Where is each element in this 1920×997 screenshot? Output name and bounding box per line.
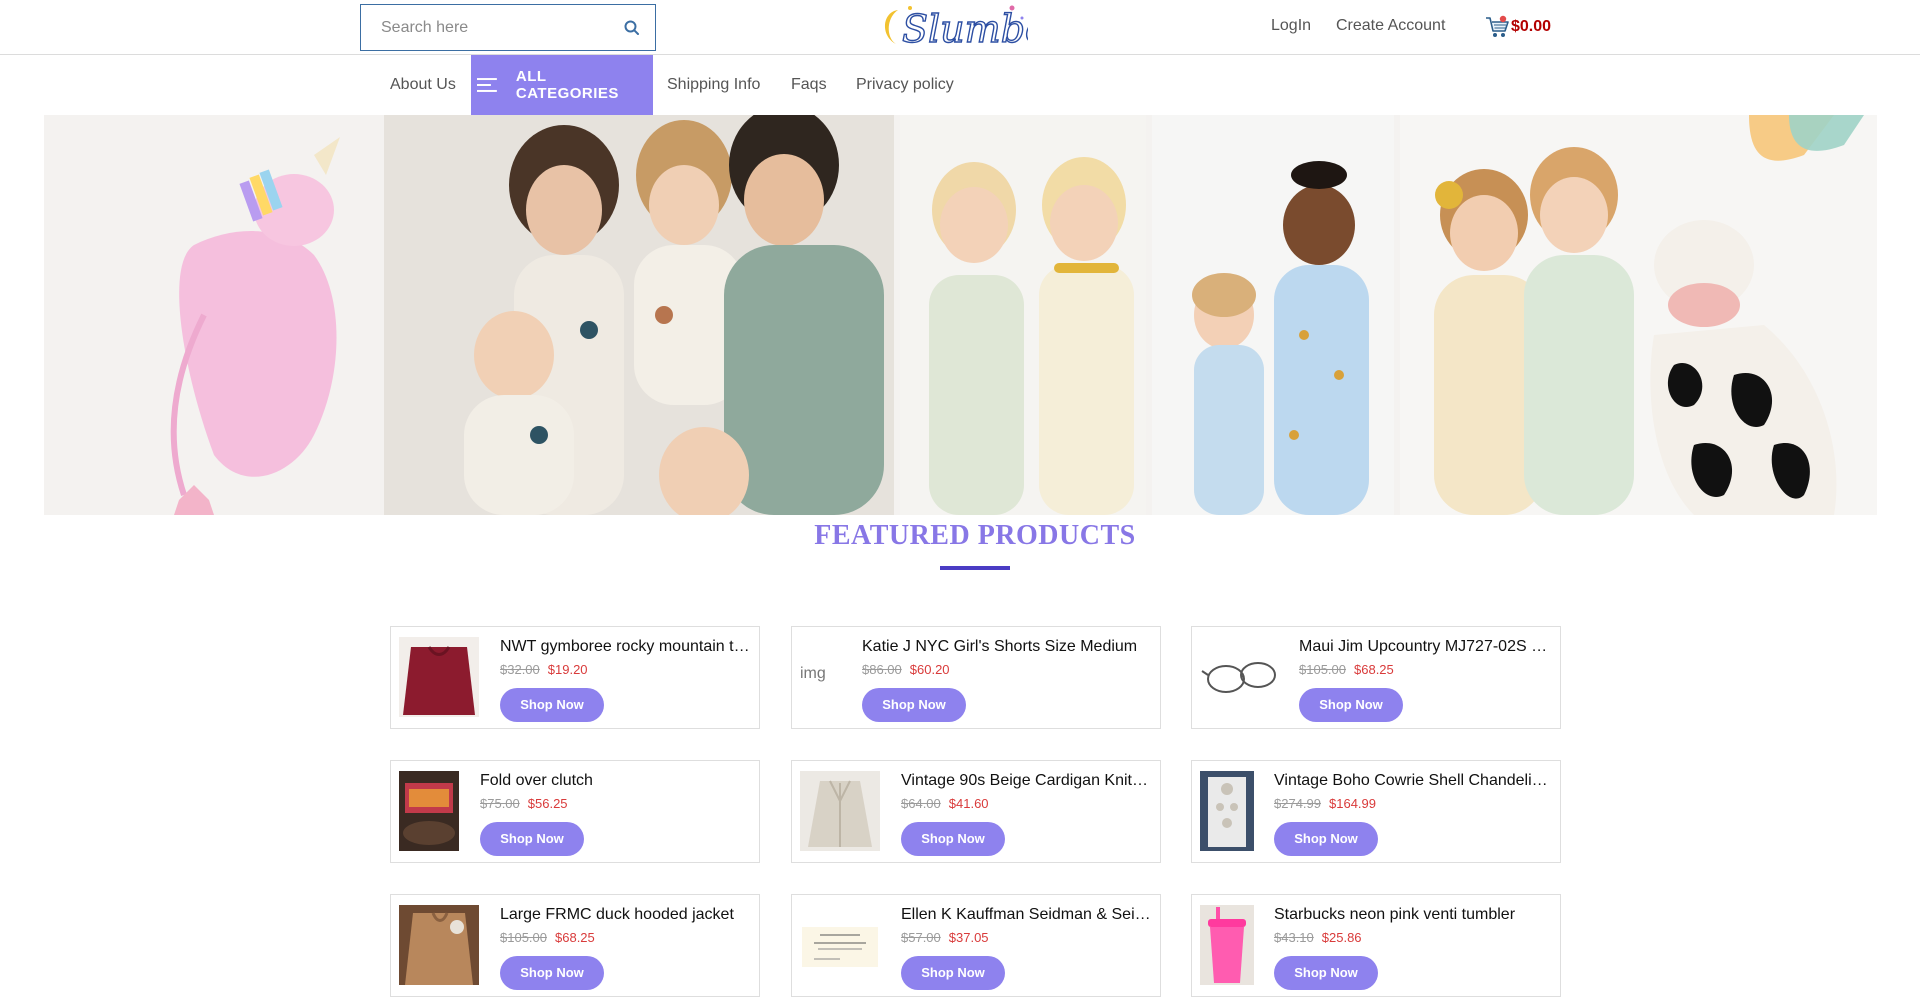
product-image[interactable] — [1200, 637, 1280, 717]
slumber-logo[interactable]: Slumber — [872, 0, 1028, 54]
shop-now-button[interactable]: Shop Now — [901, 822, 1005, 856]
old-price: $64.00 — [901, 796, 941, 811]
shop-now-button[interactable]: Shop Now — [1299, 688, 1403, 722]
product-card[interactable]: Vintage 90s Beige Cardigan Knit… $64.00 $… — [791, 760, 1161, 863]
nav-about-us[interactable]: About Us — [390, 76, 456, 94]
product-card[interactable]: Ellen K Kauffman Seidman & Sei… $57.00 $3… — [791, 894, 1161, 997]
sale-price: $25.86 — [1321, 930, 1362, 945]
sale-price: $41.60 — [948, 796, 989, 811]
product-info: Vintage Boho Cowrie Shell Chandeli… $274… — [1274, 771, 1552, 856]
product-info: Maui Jim Upcountry MJ727-02S … $105.00 $6… — [1299, 637, 1552, 722]
product-card[interactable]: Vintage Boho Cowrie Shell Chandeli… $274… — [1191, 760, 1561, 863]
old-price: $274.99 — [1274, 796, 1321, 811]
product-prices: $86.00 $60.20 — [862, 662, 1152, 678]
old-price: $32.00 — [500, 662, 540, 677]
product-prices: $274.99 $164.99 — [1274, 796, 1552, 812]
shop-now-button[interactable]: Shop Now — [1274, 956, 1378, 990]
all-categories-label: ALL CATEGORIES — [515, 68, 619, 102]
old-price: $86.00 — [862, 662, 902, 677]
product-prices: $57.00 $37.05 — [901, 930, 1152, 946]
product-image[interactable] — [800, 905, 880, 985]
product-image[interactable] — [399, 905, 479, 985]
product-info: NWT gymboree rocky mountain t… $32.00 $19… — [500, 637, 751, 722]
login-link[interactable]: LogIn — [1271, 17, 1311, 35]
old-price: $105.00 — [1299, 662, 1346, 677]
hero-banner-image — [44, 115, 1877, 515]
nav-faqs[interactable]: Faqs — [791, 76, 827, 94]
search-input[interactable] — [361, 5, 611, 50]
svg-text:Slumber: Slumber — [902, 7, 1028, 51]
product-info: Katie J NYC Girl's Shorts Size Medium $8… — [862, 637, 1152, 722]
nav-shipping-info[interactable]: Shipping Info — [667, 76, 760, 94]
top-header: Slumber LogIn Create Account $0.00 — [0, 0, 1920, 55]
product-name[interactable]: Fold over clutch — [480, 771, 751, 791]
old-price: $57.00 — [901, 930, 941, 945]
product-prices: $32.00 $19.20 — [500, 662, 751, 678]
product-card[interactable]: Maui Jim Upcountry MJ727-02S … $105.00 $6… — [1191, 626, 1561, 729]
search-box — [360, 4, 656, 51]
product-info: Ellen K Kauffman Seidman & Sei… $57.00 $3… — [901, 905, 1152, 990]
product-image[interactable] — [399, 637, 479, 717]
product-name[interactable]: NWT gymboree rocky mountain t… — [500, 637, 751, 657]
product-image[interactable] — [1200, 905, 1254, 985]
shop-now-button[interactable]: Shop Now — [901, 956, 1005, 990]
product-name[interactable]: Katie J NYC Girl's Shorts Size Medium — [862, 637, 1152, 657]
product-prices: $64.00 $41.60 — [901, 796, 1152, 812]
old-price: $105.00 — [500, 930, 547, 945]
shop-now-button[interactable]: Shop Now — [862, 688, 966, 722]
shop-now-button[interactable]: Shop Now — [1274, 822, 1378, 856]
girls-blue-dresses-photo — [1152, 115, 1394, 515]
product-name[interactable]: Maui Jim Upcountry MJ727-02S … — [1299, 637, 1552, 657]
girls-and-cow-lovey-photo — [1400, 115, 1877, 515]
product-name[interactable]: Vintage Boho Cowrie Shell Chandeli… — [1274, 771, 1552, 791]
family-pajamas-photo — [384, 115, 894, 515]
shop-now-button[interactable]: Shop Now — [480, 822, 584, 856]
sale-price: $164.99 — [1329, 796, 1376, 811]
cart-button[interactable]: $0.00 — [1484, 14, 1551, 40]
product-prices: $105.00 $68.25 — [500, 930, 751, 946]
product-card[interactable]: Starbucks neon pink venti tumbler $43.10… — [1191, 894, 1561, 997]
menu-icon — [477, 78, 497, 92]
product-card[interactable]: img Katie J NYC Girl's Shorts Size Mediu… — [791, 626, 1161, 729]
product-image[interactable] — [1200, 771, 1254, 851]
search-icon[interactable] — [623, 19, 641, 37]
sale-price: $37.05 — [948, 930, 989, 945]
product-image[interactable] — [399, 771, 459, 851]
shopping-cart-icon — [1486, 15, 1509, 37]
product-name[interactable]: Large FRMC duck hooded jacket — [500, 905, 751, 925]
product-name[interactable]: Starbucks neon pink venti tumbler — [1274, 905, 1552, 925]
cart-total: $0.00 — [1511, 18, 1552, 35]
product-prices: $43.10 $25.86 — [1274, 930, 1552, 946]
title-underline — [940, 566, 1010, 570]
nav-privacy-policy[interactable]: Privacy policy — [856, 76, 954, 94]
sale-price: $19.20 — [547, 662, 588, 677]
product-card[interactable]: NWT gymboree rocky mountain t… $32.00 $19… — [390, 626, 760, 729]
product-info: Large FRMC duck hooded jacket $105.00 $68… — [500, 905, 751, 990]
hero-banner[interactable] — [44, 115, 1877, 515]
shop-now-button[interactable]: Shop Now — [500, 956, 604, 990]
create-account-link[interactable]: Create Account — [1336, 17, 1445, 35]
product-prices: $75.00 $56.25 — [480, 796, 751, 812]
product-card[interactable]: Large FRMC duck hooded jacket $105.00 $68… — [390, 894, 760, 997]
product-name[interactable]: Ellen K Kauffman Seidman & Sei… — [901, 905, 1152, 925]
old-price: $43.10 — [1274, 930, 1314, 945]
sale-price: $56.25 — [527, 796, 568, 811]
product-name[interactable]: Vintage 90s Beige Cardigan Knit… — [901, 771, 1152, 791]
old-price: $75.00 — [480, 796, 520, 811]
product-info: Starbucks neon pink venti tumbler $43.10… — [1274, 905, 1552, 990]
product-card[interactable]: Fold over clutch $75.00 $56.25 Shop Now — [390, 760, 760, 863]
product-prices: $105.00 $68.25 — [1299, 662, 1552, 678]
main-nav: About Us ALL CATEGORIES Shipping Info Fa… — [0, 55, 1920, 115]
sale-price: $68.25 — [555, 930, 595, 945]
boys-pajamas-photo — [900, 115, 1146, 515]
sale-price: $68.25 — [1354, 662, 1394, 677]
broken-image-icon: img — [800, 665, 826, 682]
product-info: Vintage 90s Beige Cardigan Knit… $64.00 $… — [901, 771, 1152, 856]
product-image[interactable] — [800, 771, 880, 851]
shop-now-button[interactable]: Shop Now — [500, 688, 604, 722]
all-categories-button[interactable]: ALL CATEGORIES — [471, 55, 653, 115]
product-info: Fold over clutch $75.00 $56.25 Shop Now — [480, 771, 751, 856]
featured-products-title: FEATURED PRODUCTS — [814, 520, 1136, 551]
sale-price: $60.20 — [909, 662, 950, 677]
